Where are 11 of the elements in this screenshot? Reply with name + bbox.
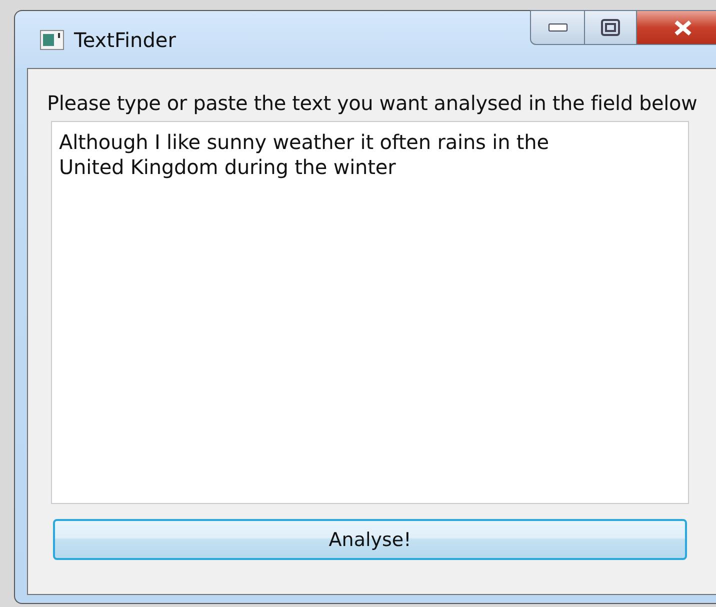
- analyse-button[interactable]: Analyse!: [53, 519, 687, 560]
- instruction-label: Please type or paste the text you want analysed in the field below: [47, 91, 698, 115]
- app-icon: [40, 30, 64, 50]
- maximize-icon: [601, 19, 620, 36]
- minimize-button[interactable]: [530, 10, 585, 45]
- window-title: TextFinder: [74, 28, 176, 52]
- close-icon: [674, 20, 692, 36]
- text-field[interactable]: Although I like sunny weather it often rains in the United Kingdom during the winter: [51, 121, 689, 504]
- maximize-button[interactable]: [585, 10, 637, 45]
- minimize-icon: [548, 23, 568, 32]
- close-button[interactable]: [637, 10, 716, 45]
